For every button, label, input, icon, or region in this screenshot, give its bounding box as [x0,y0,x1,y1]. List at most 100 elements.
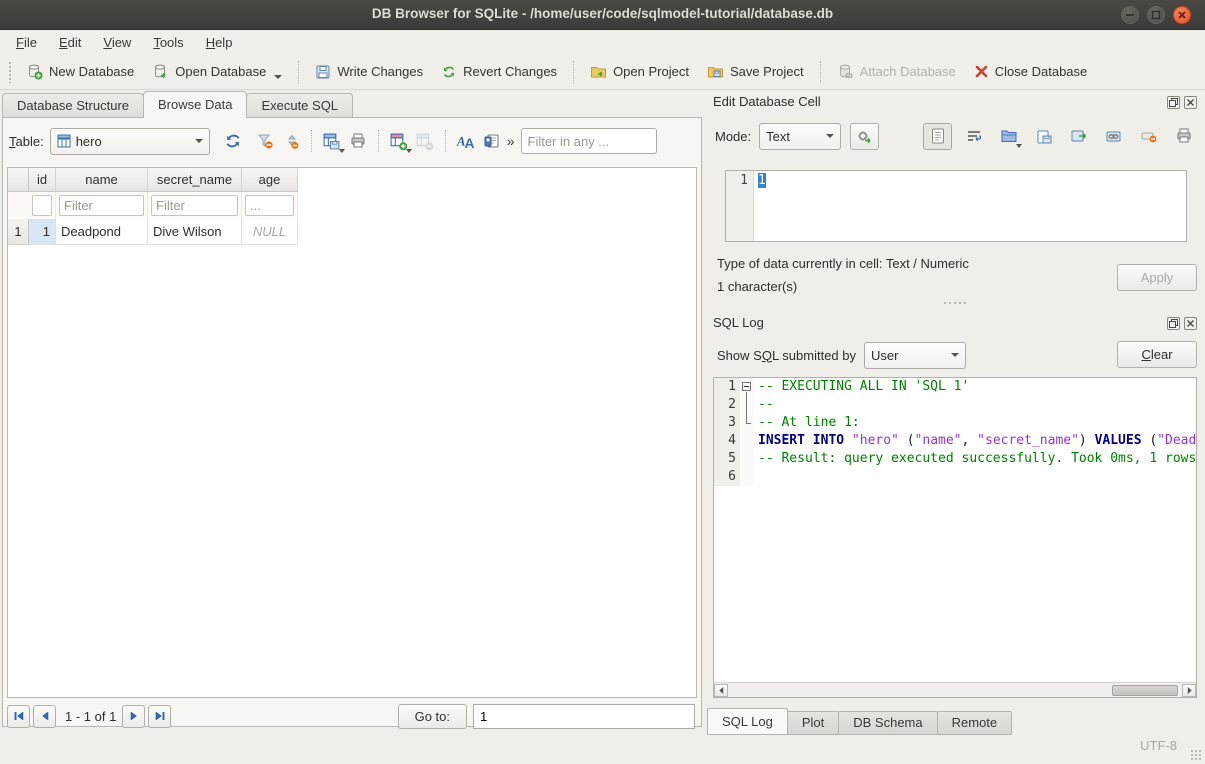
chevron-down-icon [195,139,203,143]
close-database-button[interactable]: Close Database [965,59,1097,84]
column-header-id[interactable]: id [29,168,56,192]
record-pager: 1 - 1 of 1 Go to: [7,703,695,729]
tab-plot[interactable]: Plot [787,711,839,735]
tab-sql-log[interactable]: SQL Log [707,708,788,735]
close-panel-button[interactable] [1184,317,1197,330]
resize-grip[interactable] [1190,749,1202,761]
clear-sort-button[interactable] [278,128,304,154]
prev-page-button[interactable] [33,705,56,728]
table-cell-age[interactable]: NULL [242,219,298,245]
word-wrap-button[interactable] [961,123,987,149]
edit-cell-controls [1167,96,1197,109]
fold-marker-icon[interactable] [740,378,754,396]
sql-log-source-value: User [871,348,898,363]
filter-input-secret_name[interactable] [151,195,238,216]
display-format-button[interactable]: AA [453,128,479,154]
set-null-button[interactable] [1136,123,1162,149]
link-icon [1105,127,1123,145]
filter-input-age[interactable] [245,195,294,216]
tab-execute-sql[interactable]: Execute SQL [246,93,353,118]
clear-log-button[interactable]: Clear [1117,341,1197,368]
table-cell-id[interactable]: 1 [29,219,56,245]
table-cell-secret_name[interactable]: Dive Wilson [148,219,242,245]
data-grid[interactable]: idnamesecret_nameage 11DeadpondDive Wils… [7,167,697,698]
open-external-icon [1070,127,1088,145]
toolbar-overflow-chevron[interactable]: » [507,133,515,149]
browse-data-pane: Table: hero AA » idnamesecret_nameage [2,117,702,727]
filter-input-id[interactable] [32,195,52,216]
print-cell-button[interactable] [1171,123,1197,149]
table-cell-name[interactable]: Deadpond [56,219,148,245]
clear-filters-icon [256,132,274,150]
last-page-button[interactable] [148,705,171,728]
link-data-button[interactable] [1101,123,1127,149]
find-in-table-button[interactable] [479,128,505,154]
row-header[interactable]: 1 [8,219,29,245]
refresh-button[interactable] [220,128,246,154]
close-button[interactable] [1173,6,1191,24]
write-changes-label: Write Changes [337,64,423,79]
column-header-name[interactable]: name [56,168,148,192]
open-database-button[interactable]: Open Database [143,58,291,85]
menu-help[interactable]: Help [196,32,243,53]
titlebar[interactable]: DB Browser for SQLite - /home/user/code/… [0,0,1205,30]
filter-cell [29,192,56,219]
table-select[interactable]: hero [50,128,210,155]
scroll-right-button[interactable] [1182,684,1196,697]
float-panel-button[interactable] [1167,96,1180,109]
next-page-button[interactable] [122,705,145,728]
export-cell-button[interactable] [1031,123,1057,149]
import-cell-button[interactable] [996,123,1022,149]
toolbar-drag-handle[interactable] [8,61,13,83]
close-panel-button[interactable] [1184,96,1197,109]
filter-any-input[interactable] [521,128,657,154]
dock-splitter[interactable] [705,300,1205,306]
column-header-secret_name[interactable]: secret_name [148,168,242,192]
apply-button[interactable]: Apply [1117,264,1197,291]
menu-tools[interactable]: Tools [143,32,193,53]
open-project-button[interactable]: Open Project [581,58,698,85]
open-project-icon [590,63,607,80]
sql-log-source-select[interactable]: User [864,342,966,369]
revert-changes-button[interactable]: Revert Changes [432,59,566,85]
right-dock: Edit Database Cell Mode: Text [705,90,1205,764]
scroll-thumb[interactable] [1112,685,1178,696]
apply-as-link-button[interactable] [1066,123,1092,149]
tab-database-structure[interactable]: Database Structure [2,93,144,118]
minimize-button[interactable] [1121,6,1139,24]
menu-view[interactable]: View [93,32,141,53]
sql-log-view[interactable]: 1-- EXECUTING ALL IN 'SQL 1'2--3-- At li… [713,377,1197,698]
attach-database-button[interactable]: Attach Database [828,58,965,85]
new-database-button[interactable]: New Database [17,58,143,85]
goto-input[interactable] [473,704,695,729]
delete-record-button[interactable] [412,128,438,154]
filter-input-name[interactable] [59,195,144,216]
float-panel-button[interactable] [1167,317,1180,330]
menu-file[interactable]: File [6,32,47,53]
sql-log-line: 1-- EXECUTING ALL IN 'SQL 1' [714,378,1196,396]
menu-edit[interactable]: Edit [49,32,91,53]
cell-editor[interactable]: 1 1 [725,170,1187,242]
attach-database-icon [837,63,854,80]
tab-browse-data[interactable]: Browse Data [143,91,247,118]
text-mode-toggle[interactable] [923,123,952,150]
sql-log-hscrollbar[interactable] [714,682,1196,697]
clear-filters-button[interactable] [252,128,278,154]
scroll-left-button[interactable] [714,684,728,697]
tab-db-schema[interactable]: DB Schema [838,711,937,735]
print-records-button[interactable] [345,128,371,154]
export-records-button[interactable] [319,128,345,154]
maximize-button[interactable] [1147,6,1165,24]
mode-select[interactable]: Text [759,123,841,150]
chevron-down-icon [826,134,834,138]
open-database-dropdown-icon[interactable] [274,75,282,79]
insert-record-button[interactable] [386,128,412,154]
filter-row-corner [8,192,29,219]
goto-button[interactable]: Go to: [398,704,467,729]
write-changes-button[interactable]: Write Changes [306,59,432,85]
first-page-button[interactable] [7,705,30,728]
column-header-age[interactable]: age [242,168,298,192]
save-project-button[interactable]: Save Project [698,58,813,85]
tab-remote[interactable]: Remote [937,711,1013,735]
auto-switch-mode-button[interactable] [850,123,879,150]
